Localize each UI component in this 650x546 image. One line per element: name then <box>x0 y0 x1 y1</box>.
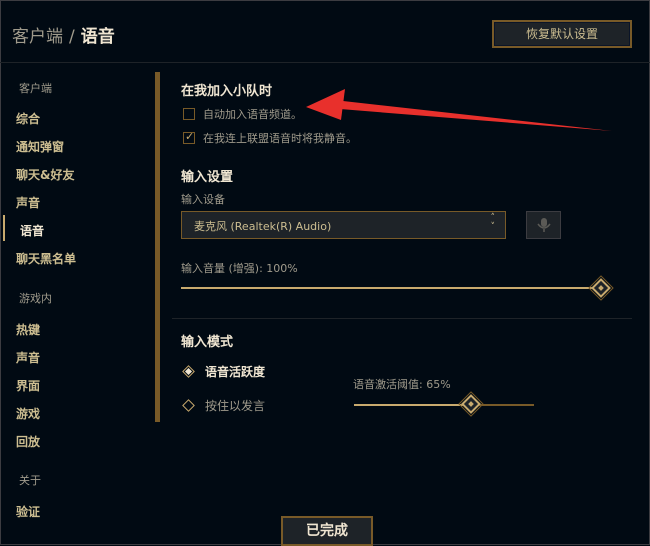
done-button[interactable]: 已完成 <box>281 516 373 546</box>
input-mode-title: 输入模式 <box>181 335 234 350</box>
arrow-shaft <box>340 101 612 131</box>
section-divider <box>172 318 632 319</box>
input-device-value: 麦克风 (Realtek(R) Audio) <box>194 220 332 233</box>
threshold-fill <box>354 404 471 406</box>
threshold-label: 语音激活阈值: 65% <box>353 378 451 391</box>
voice-activity-label[interactable]: 语音活跃度 <box>205 363 265 380</box>
microphone-icon <box>537 218 551 232</box>
push-to-talk-label[interactable]: 按住以发言 <box>205 397 265 414</box>
input-device-label: 输入设备 <box>181 193 225 206</box>
arrow-head <box>306 89 345 120</box>
mic-test-button[interactable] <box>526 211 561 239</box>
input-device-select[interactable]: 麦克风 (Realtek(R) Audio) ˄ ˅ <box>181 211 506 239</box>
input-settings-title: 输入设置 <box>181 170 234 185</box>
red-arrow-annotation <box>306 89 612 131</box>
input-volume-label: 输入音量 (增强): 100% <box>181 262 298 275</box>
up-down-chevron-icon: ˄ ˅ <box>490 213 496 232</box>
input-volume-fill <box>181 287 601 289</box>
